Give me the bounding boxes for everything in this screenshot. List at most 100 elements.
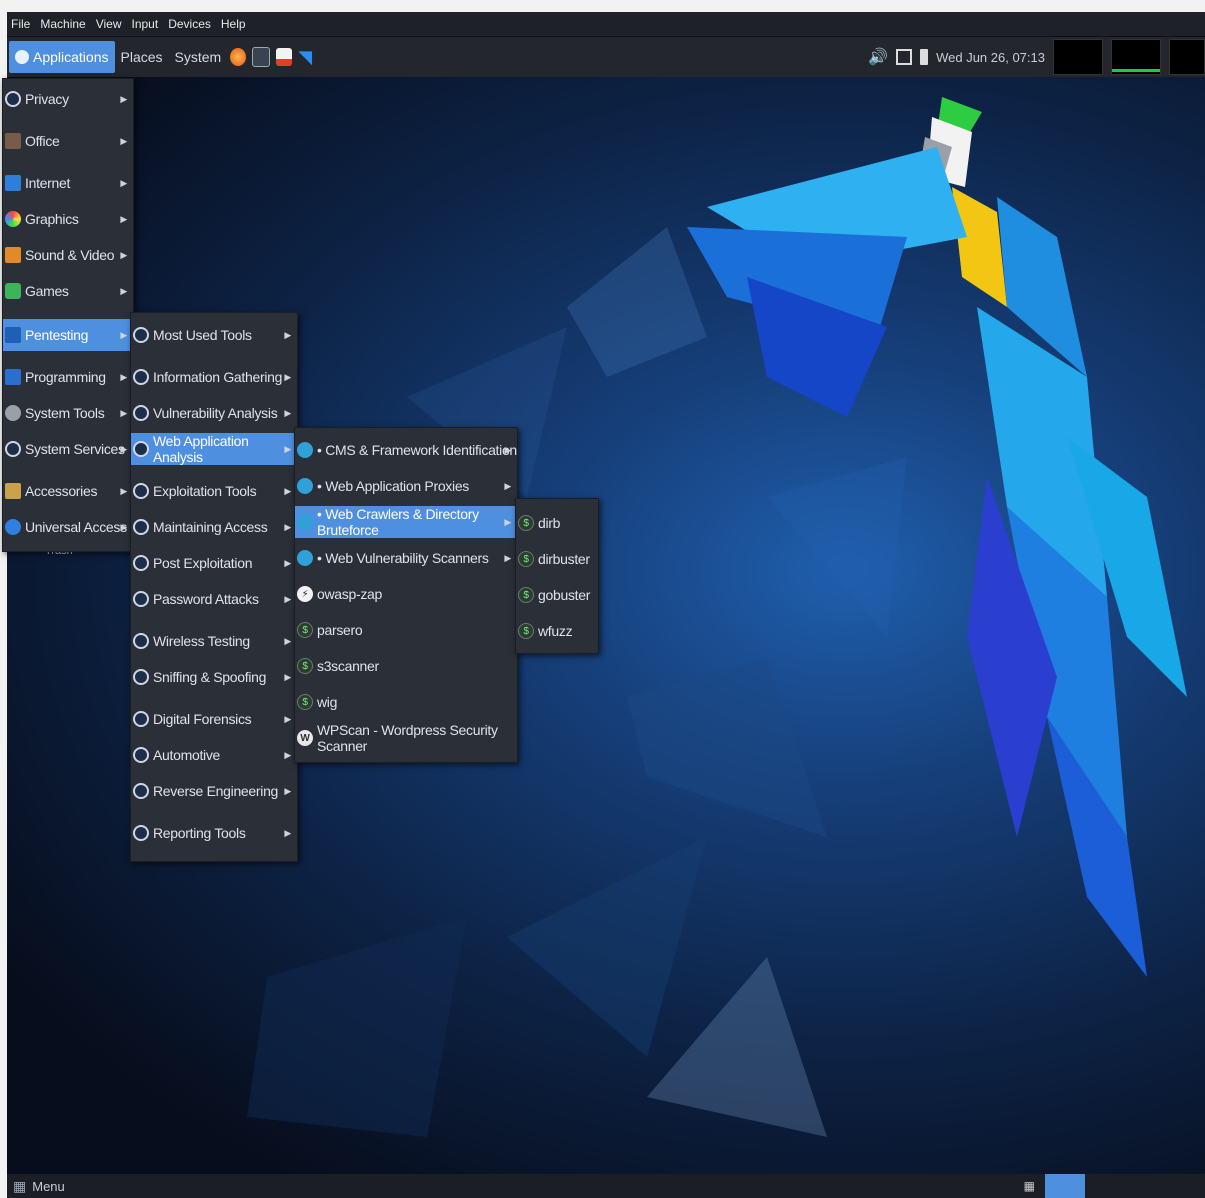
internet-icon (5, 175, 21, 191)
menu-item-maintaining-access[interactable]: Maintaining Access ▶ (131, 511, 297, 543)
menu-item-label: Internet (25, 175, 71, 191)
menu-item-label: Accessories (25, 483, 98, 499)
places-menu-button[interactable]: Places (115, 41, 169, 73)
globe-gear-icon (297, 478, 313, 494)
menu-button[interactable]: Menu (32, 1179, 65, 1194)
menu-item-vulnerability-analysis[interactable]: Vulnerability Analysis ▶ (131, 397, 297, 429)
menu-item-gobuster[interactable]: $ gobuster (516, 579, 598, 611)
menu-item-web-application-analysis[interactable]: Web Application Analysis ▶ (131, 433, 297, 465)
menu-item-accessories[interactable]: Accessories ▶ (3, 475, 133, 507)
menu-item-wfuzz[interactable]: $ wfuzz (516, 615, 598, 647)
menu-item-most-used-tools[interactable]: Most Used Tools ▶ (131, 319, 297, 351)
menu-grid-icon[interactable]: ▦ (13, 1178, 26, 1195)
menu-item-wpscan[interactable]: W WPScan - Wordpress Security Scanner (295, 722, 517, 754)
exploitation-tools-icon (133, 483, 149, 499)
submenu-arrow-icon: ▶ (120, 93, 127, 104)
menu-item-post-exploitation[interactable]: Post Exploitation ▶ (131, 547, 297, 579)
menu-item-label: Sound & Video (25, 247, 115, 263)
workspace-switcher[interactable] (1045, 1174, 1085, 1198)
volume-icon[interactable]: 🔊 (868, 47, 888, 67)
menu-item-web-application-proxies[interactable]: • Web Application Proxies ▶ (295, 470, 517, 502)
battery-icon[interactable] (920, 49, 929, 65)
menu-item-dirb[interactable]: $ dirb (516, 507, 598, 539)
applications-label: Applications (33, 49, 109, 65)
menu-item-web-crawlers-directory-bruteforce[interactable]: • Web Crawlers & Directory Bruteforce ▶ (295, 506, 517, 538)
menu-item-digital-forensics[interactable]: Digital Forensics ▶ (131, 703, 297, 735)
menu-item-pentesting[interactable]: Pentesting ▶ (3, 319, 133, 351)
menu-item-label: Vulnerability Analysis (153, 405, 278, 421)
menu-item-label: Post Exploitation (153, 555, 253, 571)
wordpress-icon: W (297, 730, 313, 746)
menu-item-system-services[interactable]: System Services ▶ (3, 433, 133, 465)
menu-item-games[interactable]: Games ▶ (3, 275, 133, 307)
menu-item-universal-access[interactable]: Universal Access ▶ (3, 511, 133, 543)
menu-item-sniffing-spoofing[interactable]: Sniffing & Spoofing ▶ (131, 661, 297, 693)
submenu-arrow-icon: ▶ (284, 713, 291, 724)
menu-item-password-attacks[interactable]: Password Attacks ▶ (131, 583, 297, 615)
menu-item-cms-framework-identification[interactable]: • CMS & Framework Identification ▶ (295, 434, 517, 466)
menu-item-graphics[interactable]: Graphics ▶ (3, 203, 133, 235)
applications-menu-button[interactable]: Applications (9, 41, 115, 73)
menu-item-label: Password Attacks (153, 591, 259, 607)
wireless-testing-icon (133, 633, 149, 649)
menu-item-reporting-tools[interactable]: Reporting Tools ▶ (131, 817, 297, 849)
submenu-arrow-icon: ▶ (120, 371, 127, 382)
menu-item-parsero[interactable]: $ parsero (295, 614, 517, 646)
menu-item-owasp-zap[interactable]: ⚡ owasp-zap (295, 578, 517, 610)
menu-item-dirbuster[interactable]: $ dirbuster (516, 543, 598, 575)
submenu-arrow-icon: ▶ (284, 521, 291, 532)
vm-menu-file[interactable]: File (11, 17, 30, 31)
window-frame-top (0, 0, 1205, 12)
menu-item-label: Universal Access (25, 519, 127, 535)
terminal-icon[interactable] (252, 47, 271, 67)
menu-item-label: Programming (25, 369, 106, 385)
menu-item-label: Sniffing & Spoofing (153, 669, 267, 685)
sound-video-icon (5, 247, 21, 263)
system-menu-button[interactable]: System (169, 41, 228, 73)
menu-item-reverse-engineering[interactable]: Reverse Engineering ▶ (131, 775, 297, 807)
vm-menu-input[interactable]: Input (132, 17, 159, 31)
vm-menu-devices[interactable]: Devices (168, 17, 211, 31)
menu-item-sound-video[interactable]: Sound & Video ▶ (3, 239, 133, 271)
menu-item-label: Web Application Analysis (153, 433, 249, 465)
menu-item-information-gathering[interactable]: Information Gathering ▶ (131, 361, 297, 393)
menu-item-system-tools[interactable]: System Tools ▶ (3, 397, 133, 429)
menu-item-label: System Tools (25, 405, 105, 421)
vulnerability-analysis-icon (133, 405, 149, 421)
menu-item-label: dirbuster (538, 551, 590, 567)
vscode-icon[interactable]: ◥ (298, 48, 314, 66)
menu-item-automotive[interactable]: Automotive ▶ (131, 739, 297, 771)
menu-item-web-vulnerability-scanners[interactable]: • Web Vulnerability Scanners ▶ (295, 542, 517, 574)
vm-menu-help[interactable]: Help (221, 17, 246, 31)
system-tools-icon (5, 405, 21, 421)
clock[interactable]: Wed Jun 26, 07:13 (936, 50, 1045, 65)
graphics-icon (5, 211, 21, 227)
window-icon[interactable] (896, 49, 913, 65)
information-gathering-icon (133, 369, 149, 385)
submenu-arrow-icon: ▶ (284, 443, 291, 454)
reverse-engineering-icon (133, 783, 149, 799)
menu-item-office[interactable]: Office ▶ (3, 125, 133, 157)
network-monitor[interactable] (1111, 39, 1161, 75)
firefox-icon[interactable] (230, 48, 247, 66)
text-editor-icon[interactable] (276, 48, 293, 66)
menu-item-privacy[interactable]: Privacy ▶ (3, 83, 133, 115)
submenu-arrow-icon: ▶ (284, 485, 291, 496)
memory-monitor[interactable] (1169, 39, 1205, 75)
menu-item-s3scanner[interactable]: $ s3scanner (295, 650, 517, 682)
vm-menu-machine[interactable]: Machine (40, 17, 85, 31)
cpu-monitor[interactable] (1053, 39, 1103, 75)
workspace-icon[interactable]: ▦ (1024, 1179, 1035, 1193)
vm-menu-view[interactable]: View (96, 17, 122, 31)
menu-item-label: Most Used Tools (153, 327, 252, 343)
menu-item-label: s3scanner (317, 658, 379, 674)
menu-item-wireless-testing[interactable]: Wireless Testing ▶ (131, 625, 297, 657)
menu-item-label: wfuzz (538, 623, 573, 639)
menu-item-programming[interactable]: Programming ▶ (3, 361, 133, 393)
submenu-arrow-icon: ▶ (284, 593, 291, 604)
top-panel: Applications Places System ◥ 🔊 Wed Jun 2… (7, 37, 1205, 77)
menu-item-internet[interactable]: Internet ▶ (3, 167, 133, 199)
menu-item-exploitation-tools[interactable]: Exploitation Tools ▶ (131, 475, 297, 507)
menu-item-label: System Services (25, 441, 125, 457)
menu-item-wig[interactable]: $ wig (295, 686, 517, 718)
